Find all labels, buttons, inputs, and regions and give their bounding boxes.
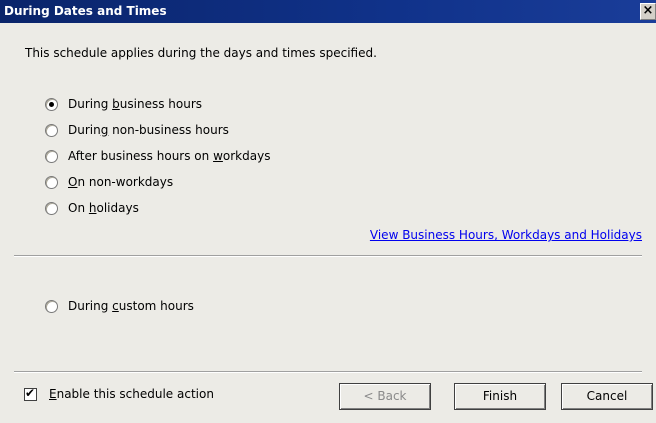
radio-custom-hours[interactable]: During custom hours — [45, 298, 194, 314]
intro-text: This schedule applies during the days an… — [25, 46, 377, 60]
finish-button[interactable]: Finish — [454, 383, 546, 410]
radio-label: On holidays — [68, 201, 139, 215]
enable-schedule-checkbox-row[interactable]: Enable this schedule action — [24, 385, 214, 401]
radio-icon[interactable] — [45, 149, 58, 163]
radio-label: On non-workdays — [68, 175, 174, 189]
checkbox-icon[interactable] — [24, 385, 37, 401]
radio-after-business-hours[interactable]: After business hours on workdays — [45, 148, 270, 164]
footer-divider — [14, 371, 642, 373]
radio-label: During custom hours — [68, 299, 194, 313]
radio-label: During business hours — [68, 97, 203, 111]
window-title: During Dates and Times — [4, 4, 167, 18]
radio-non-workdays[interactable]: On non-workdays — [45, 174, 173, 190]
checkbox-label: Enable this schedule action — [49, 387, 214, 401]
radio-icon[interactable] — [45, 299, 58, 313]
radio-icon[interactable] — [45, 97, 58, 111]
title-bar: During Dates and Times × — [0, 0, 656, 23]
radio-icon[interactable] — [45, 175, 58, 189]
cancel-button[interactable]: Cancel — [561, 383, 653, 410]
section-divider — [14, 255, 642, 257]
radio-label: During non-business hours — [68, 123, 229, 137]
radio-icon[interactable] — [45, 201, 58, 215]
radio-label: After business hours on workdays — [68, 149, 271, 163]
close-icon[interactable]: × — [640, 3, 656, 20]
radio-icon[interactable] — [45, 123, 58, 137]
dialog-window: During Dates and Times × This schedule a… — [0, 0, 656, 423]
radio-non-business-hours[interactable]: During non-business hours — [45, 122, 229, 138]
dialog-content: This schedule applies during the days an… — [0, 23, 656, 423]
radio-business-hours[interactable]: During business hours — [45, 96, 202, 112]
radio-holidays[interactable]: On holidays — [45, 200, 139, 216]
back-button[interactable]: < Back — [339, 383, 431, 410]
view-business-hours-link[interactable]: View Business Hours, Workdays and Holida… — [370, 228, 642, 242]
